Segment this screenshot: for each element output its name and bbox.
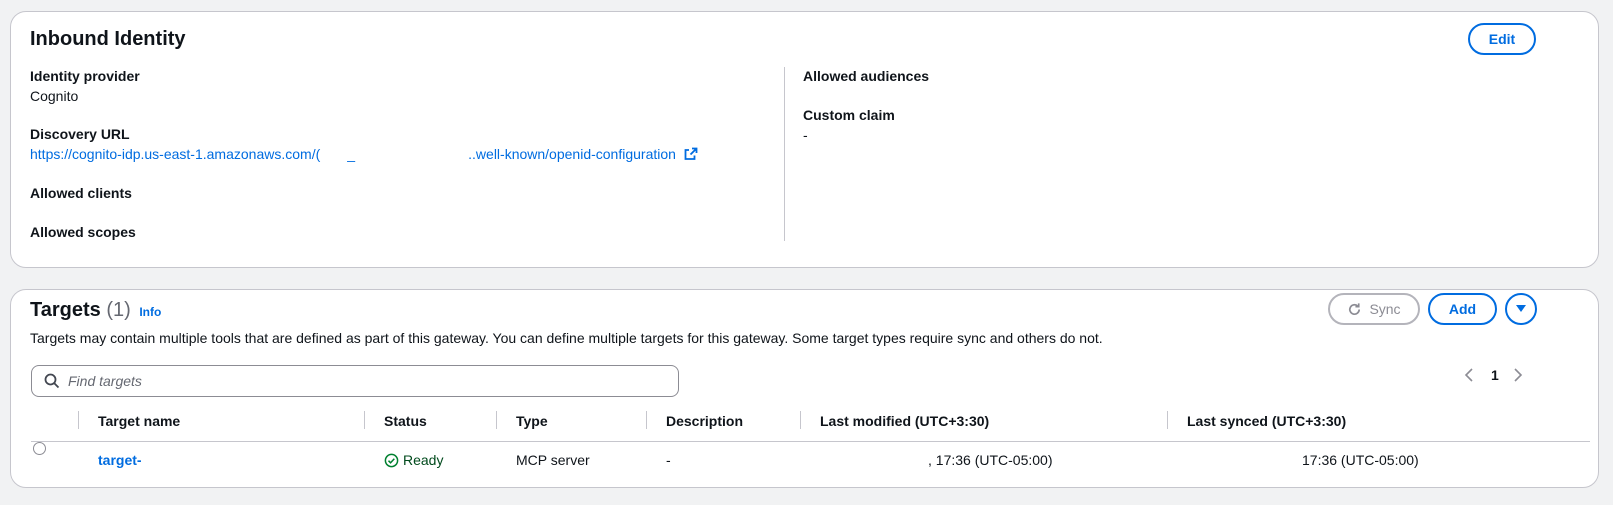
description-cell: - xyxy=(666,452,671,468)
discovery-url-prefix[interactable]: https://cognito-idp.us-east-1.amazonaws.… xyxy=(30,146,320,162)
column-separator xyxy=(1167,411,1168,429)
external-link-icon xyxy=(684,147,698,164)
sync-label: Sync xyxy=(1369,301,1401,317)
col-type[interactable]: Type xyxy=(516,413,548,429)
allowed-clients-label: Allowed clients xyxy=(30,185,132,201)
col-last-modified[interactable]: Last modified (UTC+3:30) xyxy=(820,413,989,429)
discovery-url-link[interactable]: https://cognito-idp.us-east-1.amazonaws.… xyxy=(30,146,730,164)
targets-title-text: Targets xyxy=(30,299,101,321)
info-link[interactable]: Info xyxy=(139,305,161,319)
sync-button[interactable]: Sync xyxy=(1328,293,1420,325)
chevron-left-icon[interactable] xyxy=(1464,368,1474,382)
pagination: 1 xyxy=(1464,363,1523,387)
col-description[interactable]: Description xyxy=(666,413,743,429)
discovery-url-suffix[interactable]: .well-known/openid-configuration xyxy=(472,146,676,162)
edit-button[interactable]: Edit xyxy=(1468,23,1536,55)
inbound-identity-title: Inbound Identity xyxy=(30,28,186,50)
targets-description: Targets may contain multiple tools that … xyxy=(30,330,1103,346)
inbound-identity-panel: Inbound Identity Edit Identity provider … xyxy=(10,11,1599,268)
refresh-icon xyxy=(1347,302,1362,317)
col-status[interactable]: Status xyxy=(384,413,427,429)
status-success-icon xyxy=(384,453,399,468)
status-badge: Ready xyxy=(384,452,443,468)
caret-down-icon xyxy=(1515,304,1527,314)
page-number[interactable]: 1 xyxy=(1491,367,1499,383)
identity-provider-label: Identity provider xyxy=(30,68,140,84)
discovery-url-label: Discovery URL xyxy=(30,126,130,142)
table-header-divider xyxy=(31,441,1590,442)
search-box[interactable] xyxy=(31,365,679,397)
column-separator xyxy=(646,411,647,429)
custom-claim-value: - xyxy=(803,127,808,143)
last-modified-cell: , 17:36 (UTC-05:00) xyxy=(928,452,1053,468)
redacted-segment: _ xyxy=(347,146,356,162)
redacted-segment-2: . xyxy=(468,146,473,162)
allowed-audiences-label: Allowed audiences xyxy=(803,68,930,84)
targets-panel: Targets (1) Info Sync Add Targets may co… xyxy=(10,289,1599,488)
status-text: Ready xyxy=(403,452,444,468)
column-separator xyxy=(364,411,365,429)
chevron-right-icon[interactable] xyxy=(1513,368,1523,382)
column-separator xyxy=(78,411,79,429)
target-name-link[interactable]: target- xyxy=(98,452,142,468)
column-separator xyxy=(496,411,497,429)
col-target-name[interactable]: Target name xyxy=(98,413,180,429)
identity-provider-value: Cognito xyxy=(30,88,79,104)
custom-claim-label: Custom claim xyxy=(803,107,895,123)
targets-count: (1) xyxy=(106,299,131,321)
actions-dropdown-button[interactable] xyxy=(1505,293,1537,325)
allowed-scopes-label: Allowed scopes xyxy=(30,224,136,240)
search-icon xyxy=(44,373,60,389)
last-synced-cell: 17:36 (UTC-05:00) xyxy=(1302,452,1419,468)
row-select-radio[interactable] xyxy=(33,442,46,455)
col-last-synced[interactable]: Last synced (UTC+3:30) xyxy=(1187,413,1346,429)
table-row: target- xyxy=(98,452,142,468)
targets-title: Targets (1) Info xyxy=(30,299,161,322)
type-cell: MCP server xyxy=(516,452,590,468)
column-separator xyxy=(800,411,801,429)
add-button[interactable]: Add xyxy=(1428,293,1497,325)
search-input[interactable] xyxy=(68,373,648,389)
column-divider xyxy=(784,67,785,241)
